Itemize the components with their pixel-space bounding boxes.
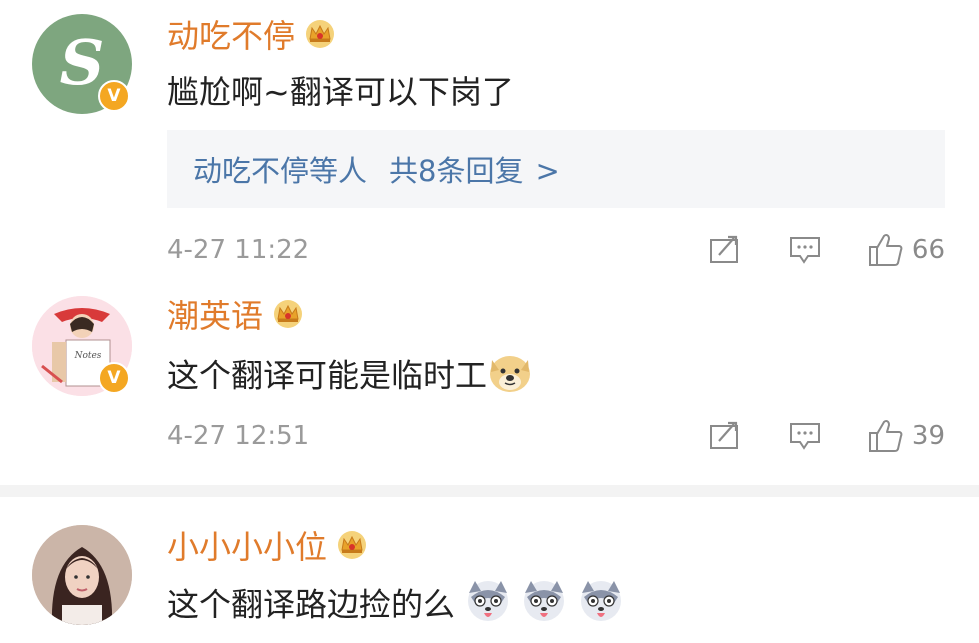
username[interactable]: 小小小小位 <box>167 527 369 567</box>
crown-icon <box>271 298 305 338</box>
comment-3: 小小小小位 这个翻译路边捡的么 <box>0 497 979 643</box>
doge-emoji <box>487 350 533 405</box>
timestamp: 4-27 12:51 <box>167 421 310 451</box>
avatar-photo <box>32 525 132 625</box>
crown-icon <box>335 529 369 569</box>
reply-count[interactable]: 共8条回复 <box>389 154 523 188</box>
comment-2: Notes V 潮英语 这个翻译可能是临时工 4-27 12:51 39 <box>0 290 979 485</box>
comment-button[interactable] <box>788 421 822 451</box>
comment-text: 尴尬啊~翻译可以下岗了 <box>167 73 514 111</box>
comment-icon <box>789 237 820 264</box>
repost-icon <box>709 235 738 263</box>
like-button[interactable]: 39 <box>868 419 945 453</box>
verified-badge-icon: V <box>98 362 130 394</box>
like-count: 66 <box>911 235 945 265</box>
svg-text:S: S <box>60 26 105 99</box>
section-divider <box>0 485 979 497</box>
husky-tongue-emoji <box>521 579 567 634</box>
username[interactable]: 潮英语 <box>167 296 305 336</box>
timestamp: 4-27 11:22 <box>167 235 310 265</box>
comment-text: 这个翻译路边捡的么 <box>167 579 624 624</box>
username[interactable]: 动吃不停 <box>167 16 337 56</box>
replies-link[interactable]: 动吃不停等人 共8条回复 > <box>167 130 945 208</box>
svg-text:Notes: Notes <box>74 351 102 361</box>
comment-button[interactable] <box>788 235 822 265</box>
action-bar: 39 <box>662 416 945 456</box>
like-icon <box>868 234 903 266</box>
verified-badge-icon: V <box>98 80 130 112</box>
comment-icon <box>789 423 820 450</box>
like-icon <box>868 420 903 452</box>
action-bar: 66 <box>662 230 945 270</box>
repost-button[interactable] <box>708 421 742 451</box>
husky-tongue-emoji <box>465 579 511 634</box>
repost-button[interactable] <box>708 235 742 265</box>
avatar[interactable]: Notes V <box>32 296 132 396</box>
husky-tongue-emoji <box>578 579 624 634</box>
avatar[interactable] <box>32 525 132 625</box>
comment-text: 这个翻译可能是临时工 <box>167 350 533 395</box>
like-button[interactable]: 66 <box>868 233 945 267</box>
like-count: 39 <box>911 421 945 451</box>
avatar[interactable]: S V <box>32 14 132 114</box>
repost-icon <box>709 421 738 449</box>
reply-users[interactable]: 动吃不停等人 <box>193 154 367 188</box>
crown-icon <box>303 18 337 58</box>
chevron-right-icon[interactable]: > <box>535 154 559 188</box>
comment-1: S V 动吃不停 尴尬啊~翻译可以下岗了 动吃不停等人 共8条回复 > 4-27 1… <box>0 0 979 290</box>
